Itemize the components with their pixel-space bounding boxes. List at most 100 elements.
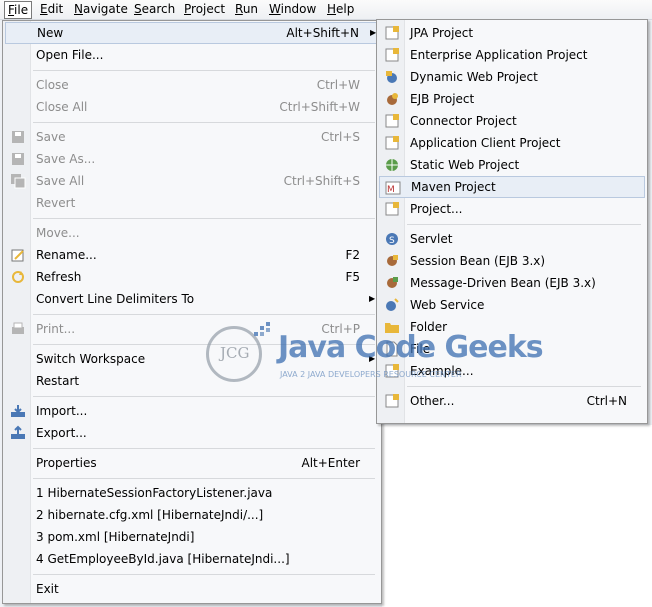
menu-item-application-client-project[interactable]: Application Client Project <box>379 132 645 154</box>
menu-item-servlet[interactable]: S Servlet <box>379 228 645 250</box>
menu-item-label: Convert Line Delimiters To <box>36 292 195 306</box>
menu-mnemonic: H <box>327 2 337 16</box>
menu-label-rest: indow <box>280 2 317 16</box>
menu-item-accelerator: Ctrl+Shift+S <box>283 174 360 188</box>
menu-item-accelerator: F2 <box>345 248 360 262</box>
menu-label-rest: un <box>242 2 259 16</box>
menu-window[interactable]: Window <box>266 1 319 19</box>
menu-bar: File Edit Navigate Search Project Run Window He… <box>0 0 652 20</box>
menu-item-exit[interactable]: Exit <box>5 578 379 600</box>
menu-item-open-file[interactable]: Open File... <box>5 44 379 66</box>
menu-item-2-hibernate-cfg-xml-hibernatejndi[interactable]: 2 hibernate.cfg.xml [HibernateJndi/...] <box>5 504 379 526</box>
menu-item-save: Save Ctrl+S <box>5 126 379 148</box>
menu-label-rest: ile <box>14 3 29 17</box>
menu-item-convert-line-delimiters-to[interactable]: Convert Line Delimiters To ▶ <box>5 288 379 310</box>
menu-item-label: EJB Project <box>410 92 475 106</box>
menu-item-label: Move... <box>36 226 80 240</box>
menu-separator <box>33 70 375 71</box>
menu-label-rest: roject <box>191 2 226 16</box>
menu-separator <box>33 218 375 219</box>
brand-tagline: JAVA 2 JAVA DEVELOPERS RESOURCE CENTER <box>280 370 462 379</box>
menu-file[interactable]: File <box>4 1 33 19</box>
static-web-icon <box>386 159 398 171</box>
menu-item-message-driven-bean-ejb-3-x[interactable]: Message-Driven Bean (EJB 3.x) <box>379 272 645 294</box>
menu-run[interactable]: Run <box>232 1 261 19</box>
menu-item-move: Move... <box>5 222 379 244</box>
menu-item-label: Close All <box>36 100 88 114</box>
session-bean-icon <box>387 255 398 266</box>
menu-item-enterprise-application-project[interactable]: Enterprise Application Project <box>379 44 645 66</box>
menu-item-accelerator: Alt+Shift+N <box>286 26 359 40</box>
menu-item-accelerator: Ctrl+S <box>320 130 360 144</box>
menu-item-web-service[interactable]: Web Service <box>379 294 645 316</box>
menu-item-save-all: Save All Ctrl+Shift+S <box>5 170 379 192</box>
menu-item-label: Maven Project <box>411 180 496 194</box>
menu-item-close-all: Close All Ctrl+Shift+W <box>5 96 379 118</box>
other-icon <box>385 394 399 408</box>
menu-item-label: Rename... <box>36 248 97 262</box>
menu-help[interactable]: Help <box>324 1 357 19</box>
menu-item-1-hibernatesessionfactorylistener-java[interactable]: 1 HibernateSessionFactoryListener.java <box>5 482 379 504</box>
menu-item-label: Save All <box>36 174 85 188</box>
menu-item-revert: Revert <box>5 192 379 214</box>
menu-navigate[interactable]: Navigate <box>71 1 131 19</box>
menu-item-other[interactable]: Other... Ctrl+N <box>379 390 645 412</box>
menu-item-label: Project... <box>410 202 463 216</box>
menu-item-label: 1 HibernateSessionFactoryListener.java <box>36 486 273 500</box>
menu-item-accelerator: Ctrl+N <box>586 394 627 408</box>
menu-item-connector-project[interactable]: Connector Project <box>379 110 645 132</box>
menu-edit[interactable]: Edit <box>37 1 66 19</box>
menu-item-dynamic-web-project[interactable]: Dynamic Web Project <box>379 66 645 88</box>
menu-label-rest: elp <box>336 2 355 16</box>
menu-separator <box>33 478 375 479</box>
menu-item-import[interactable]: Import... <box>5 400 379 422</box>
menu-item-properties[interactable]: Properties Alt+Enter <box>5 452 379 474</box>
menu-item-3-pom-xml-hibernatejndi[interactable]: 3 pom.xml [HibernateJndi] <box>5 526 379 548</box>
menu-separator <box>407 386 641 387</box>
menu-search[interactable]: Search <box>131 1 178 19</box>
menu-project[interactable]: Project <box>181 1 228 19</box>
menu-label-rest: earch <box>141 2 176 16</box>
rename-icon <box>11 249 24 262</box>
menu-item-export[interactable]: Export... <box>5 422 379 444</box>
menu-item-label: Message-Driven Bean (EJB 3.x) <box>410 276 596 290</box>
menu-item-label: 4 GetEmployeeById.java [HibernateJndi...… <box>36 552 290 566</box>
menu-separator <box>33 448 375 449</box>
menu-item-jpa-project[interactable]: JPA Project <box>379 22 645 44</box>
menu-item-accelerator: Alt+Enter <box>301 456 360 470</box>
menu-item-label: Enterprise Application Project <box>410 48 588 62</box>
servlet-icon: S <box>386 233 398 246</box>
menu-separator <box>33 122 375 123</box>
menu-item-4-getemployeebyid-java-hibernatejndi[interactable]: 4 GetEmployeeById.java [HibernateJndi...… <box>5 548 379 570</box>
menu-separator <box>33 396 375 397</box>
menu-item-label: 2 hibernate.cfg.xml [HibernateJndi/...] <box>36 508 264 522</box>
menu-item-static-web-project[interactable]: Static Web Project <box>379 154 645 176</box>
menu-item-refresh[interactable]: Refresh F5 <box>5 266 379 288</box>
menu-item-rename[interactable]: Rename... F2 <box>5 244 379 266</box>
message-bean-icon <box>387 277 398 288</box>
menu-item-label: Application Client Project <box>410 136 561 150</box>
menu-item-label: Restart <box>36 374 80 388</box>
menu-item-project[interactable]: Project... <box>379 198 645 220</box>
menu-item-session-bean-ejb-3-x[interactable]: Session Bean (EJB 3.x) <box>379 250 645 272</box>
menu-item-maven-project[interactable]: M Maven Project <box>379 176 645 198</box>
ejb-project-icon <box>387 93 398 105</box>
menu-mnemonic: W <box>269 2 281 16</box>
menu-item-label: Session Bean (EJB 3.x) <box>410 254 546 268</box>
menu-item-label: New <box>37 26 64 40</box>
menu-item-ejb-project[interactable]: EJB Project <box>379 88 645 110</box>
menu-item-label: JPA Project <box>410 26 474 40</box>
menu-item-save-as: Save As... <box>5 148 379 170</box>
menu-item-label: Open File... <box>36 48 104 62</box>
menu-label-rest: dit <box>47 2 64 16</box>
app-client-icon <box>385 136 399 150</box>
menu-item-new[interactable]: New Alt+Shift+N ▶ <box>5 22 379 44</box>
refresh-icon <box>12 271 24 283</box>
menu-item-label: Connector Project <box>410 114 517 128</box>
menu-label-rest: avigate <box>82 2 128 16</box>
menu-item-close: Close Ctrl+W <box>5 74 379 96</box>
menu-item-label: Servlet <box>410 232 453 246</box>
export-icon <box>11 425 25 439</box>
menu-mnemonic: S <box>134 2 142 16</box>
jpa-project-icon <box>385 26 399 40</box>
